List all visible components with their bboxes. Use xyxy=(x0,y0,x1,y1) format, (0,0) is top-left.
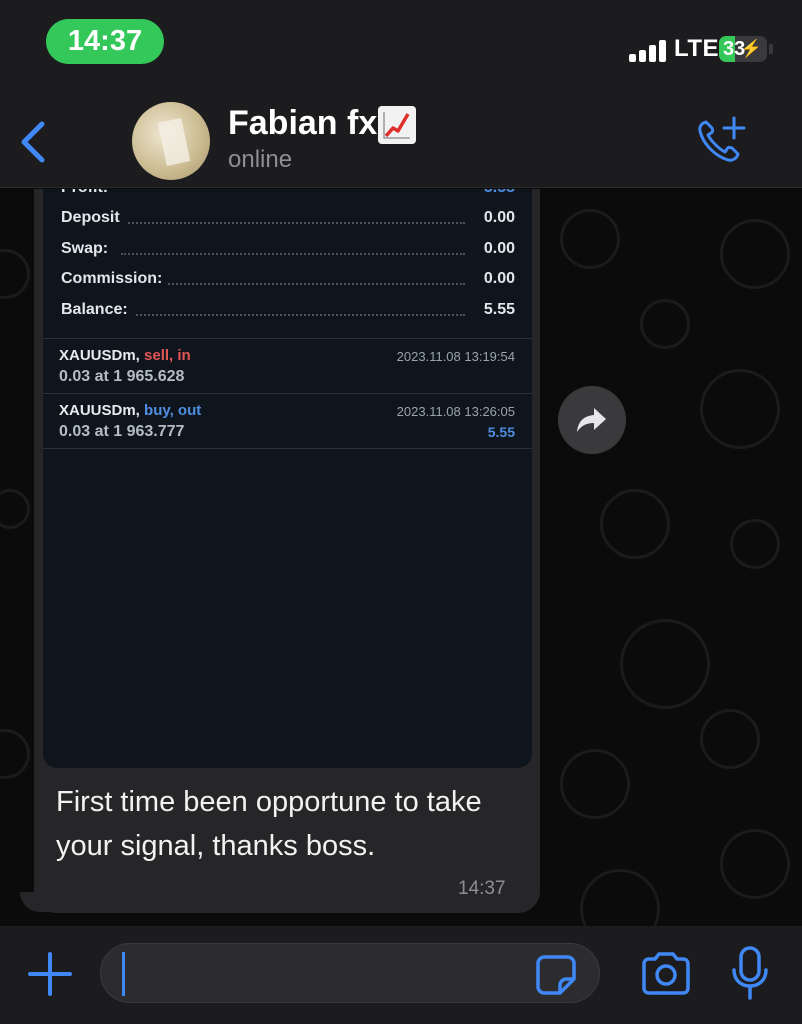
row-label: Deposit xyxy=(61,209,126,227)
row-label: Commission: xyxy=(61,270,169,288)
contact-avatar[interactable] xyxy=(132,102,210,180)
deal-symbol: XAUUSDm, xyxy=(59,402,140,419)
battery-icon: 33 ⚡ xyxy=(719,36,767,62)
deal-side: buy, out xyxy=(144,402,202,419)
divider xyxy=(43,338,532,339)
plus-icon[interactable] xyxy=(26,950,74,998)
swap-row: Swap: 0.00 xyxy=(61,240,515,264)
chart-increasing-icon xyxy=(378,106,416,144)
back-chevron-icon[interactable] xyxy=(16,118,50,166)
status-time: 14:37 xyxy=(46,19,164,64)
row-label: Swap: xyxy=(61,240,115,258)
deal-detail: 0.03 at 1 965.628 xyxy=(59,368,185,385)
battery-cap xyxy=(769,44,773,54)
row-value: 0.00 xyxy=(477,240,515,258)
message-text: First time been opportune to take your s… xyxy=(56,786,482,862)
microphone-icon[interactable] xyxy=(730,946,770,1002)
deal-detail: 0.03 at 1 963.777 xyxy=(59,423,185,440)
deposit-row: Deposit 0.00 xyxy=(61,209,515,233)
divider xyxy=(43,393,532,394)
deal-symbol: XAUUSDm, xyxy=(59,347,140,364)
signal-icon xyxy=(629,40,667,62)
deal-row: XAUUSDm, sell, in 0.03 at 1 965.628 2023… xyxy=(59,347,515,397)
commission-row: Commission: 0.00 xyxy=(61,270,515,294)
trade-screenshot[interactable]: Profit: 5.55 Deposit 0.00 Swap: 0.00 Com… xyxy=(43,189,532,768)
profit-row: Profit: 5.55 xyxy=(61,189,515,201)
deal-side: sell, in xyxy=(144,347,191,364)
message-input[interactable] xyxy=(100,943,600,1003)
contact-name[interactable]: Fabian fx xyxy=(228,104,377,143)
row-label: Balance: xyxy=(61,301,134,319)
message-time: 14:37 xyxy=(458,878,506,899)
add-call-icon[interactable] xyxy=(694,114,746,166)
balance-row: Balance: 5.55 xyxy=(61,301,515,325)
charging-icon: ⚡ xyxy=(740,39,762,58)
camera-icon[interactable] xyxy=(640,950,692,998)
text-cursor xyxy=(122,952,125,996)
sticker-icon[interactable] xyxy=(534,953,578,997)
deal-pnl: 5.55 xyxy=(487,424,515,440)
row-value: 0.00 xyxy=(477,209,515,227)
row-value: 5.55 xyxy=(477,189,515,197)
deal-datetime: 2023.11.08 13:26:05 xyxy=(396,404,515,419)
deal-datetime: 2023.11.08 13:19:54 xyxy=(396,349,515,364)
deal-row: XAUUSDm, buy, out 0.03 at 1 963.777 2023… xyxy=(59,402,515,452)
row-value: 0.00 xyxy=(477,270,515,288)
divider xyxy=(43,448,532,449)
row-value: 5.55 xyxy=(477,301,515,319)
contact-status: online xyxy=(228,146,293,173)
network-type: LTE xyxy=(674,35,720,62)
forward-icon[interactable] xyxy=(558,386,626,454)
row-label: Profit: xyxy=(61,189,115,197)
